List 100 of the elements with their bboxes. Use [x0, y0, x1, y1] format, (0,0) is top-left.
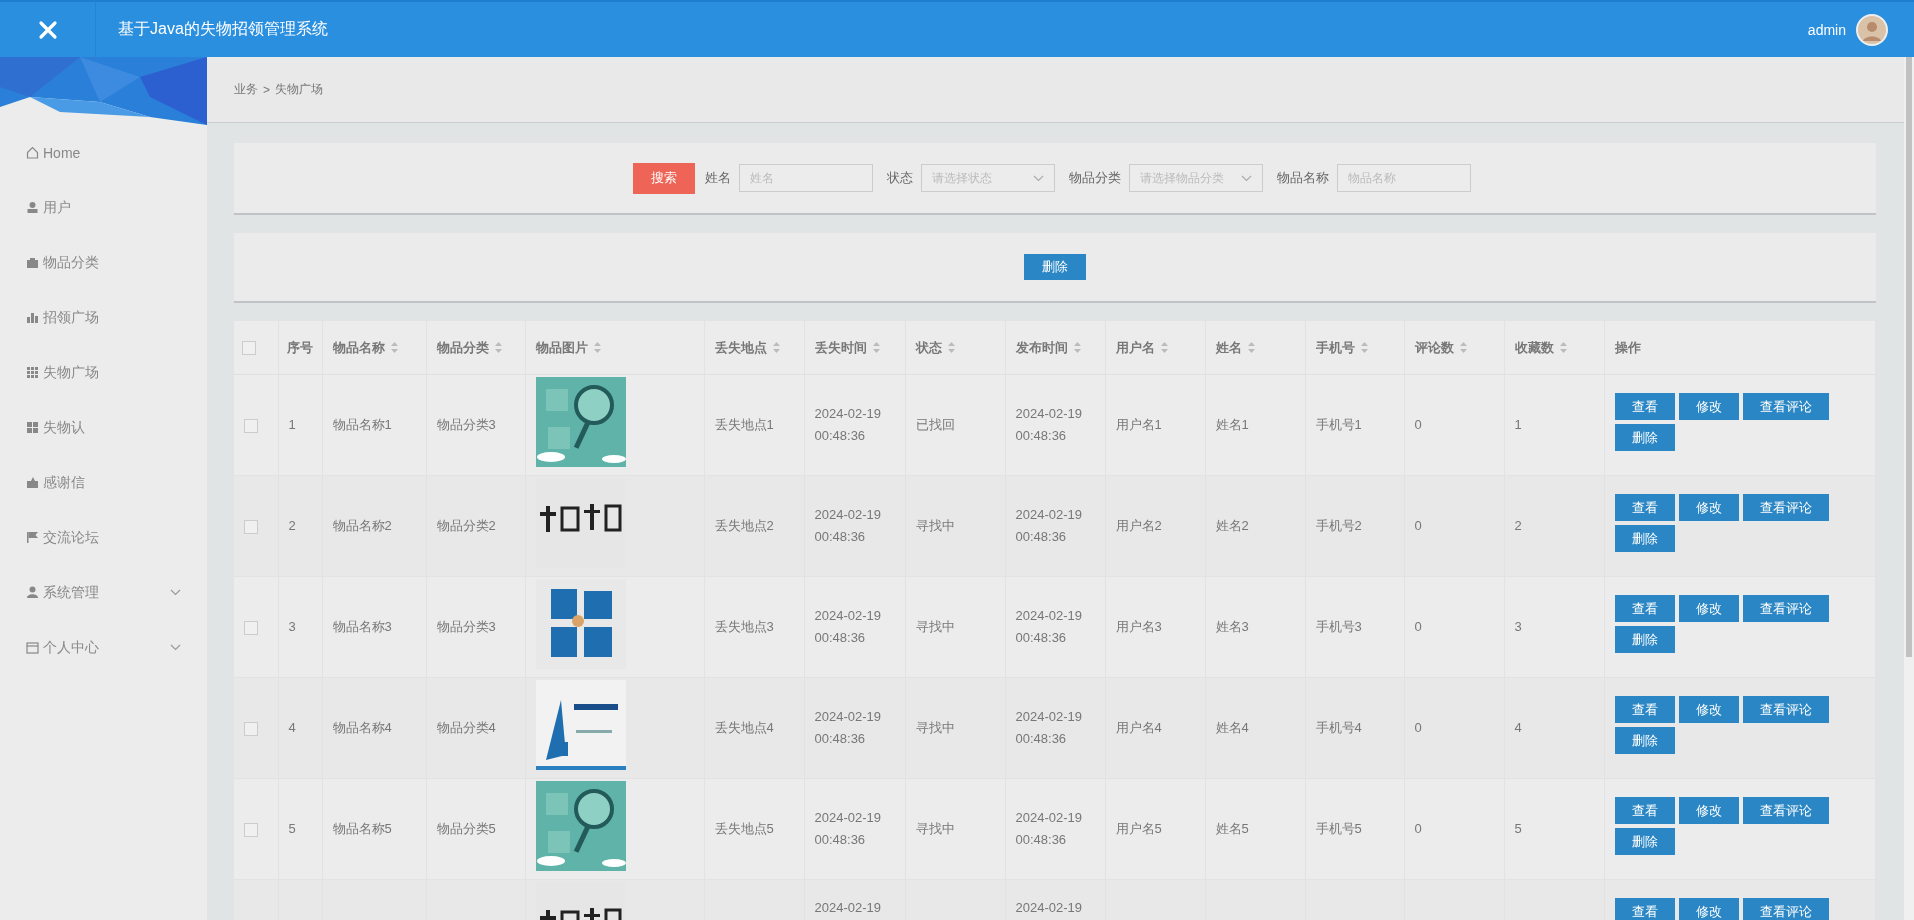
sidebar-item[interactable]: Home [0, 125, 207, 180]
action-button[interactable]: 修改 [1678, 898, 1739, 920]
table-cell-text: 物品分类2 [436, 517, 496, 535]
action-button[interactable]: 查看评论 [1742, 494, 1829, 521]
sidebar-item[interactable]: 感谢信 [0, 455, 207, 510]
person-icon [26, 586, 39, 599]
sidebar-item[interactable]: 物品分类 [0, 235, 207, 290]
table-cell: 2024-02-19 [1015, 900, 1082, 915]
table-cell-text: 物品分类4 [436, 719, 496, 737]
sidebar-item[interactable]: 个人中心 [0, 620, 207, 675]
sidebar-item[interactable]: 失物认 [0, 400, 207, 455]
checkbox[interactable] [242, 341, 256, 356]
chevron-down-icon [1241, 174, 1252, 182]
avatar[interactable] [1856, 13, 1888, 46]
column-header[interactable]: 状态 [915, 338, 955, 357]
column-header[interactable]: 物品分类 [436, 338, 502, 357]
sort-icon [593, 342, 601, 353]
action-button[interactable]: 查看 [1614, 393, 1675, 420]
action-button[interactable]: 查看评论 [1742, 797, 1829, 824]
table-cell-text: 2 [1514, 517, 1522, 535]
sidebar-item[interactable]: 用户 [0, 180, 207, 235]
action-button[interactable]: 查看 [1614, 696, 1675, 723]
field-label: 姓名 [705, 169, 731, 187]
column-header[interactable]: 物品图片 [535, 338, 601, 357]
column-header[interactable]: 评论数 [1414, 338, 1467, 357]
home-icon [26, 146, 39, 159]
action-button[interactable]: 查看评论 [1742, 898, 1829, 920]
column-header[interactable]: 操作 [1614, 338, 1641, 357]
table-cell-text: 用户名4 [1115, 719, 1162, 737]
delete-button[interactable]: 删除 [1024, 254, 1086, 280]
action-button[interactable]: 查看评论 [1742, 595, 1829, 622]
table-cell-text: 2024-02-19 00:48:36 [814, 708, 882, 748]
table-cell-text: 用户名1 [1115, 416, 1162, 434]
action-button[interactable]: 修改 [1678, 393, 1739, 420]
checkbox[interactable] [244, 721, 258, 736]
column-header[interactable]: 收藏数 [1514, 338, 1567, 357]
column-header[interactable]: 序号 [286, 338, 313, 357]
checkbox[interactable] [244, 822, 258, 837]
action-button[interactable]: 删除 [1614, 727, 1675, 754]
checkbox[interactable] [244, 620, 258, 635]
action-button[interactable]: 修改 [1678, 797, 1739, 824]
table-cell-text: 物品分类5 [436, 820, 496, 838]
table-cell-text: 物品名称2 [332, 517, 392, 535]
action-button[interactable]: 查看评论 [1742, 393, 1829, 420]
action-button[interactable]: 查看 [1614, 595, 1675, 622]
user-name[interactable]: admin [1807, 21, 1846, 38]
action-button[interactable]: 删除 [1614, 828, 1675, 855]
sidebar-item[interactable]: 系统管理 [0, 565, 207, 620]
sort-icon [1247, 342, 1255, 353]
checkbox[interactable] [244, 519, 258, 534]
action-button[interactable]: 删除 [1614, 424, 1675, 451]
table-cell-text: 用户名3 [1115, 618, 1162, 636]
table-cell-text: 姓名4 [1215, 719, 1249, 737]
checkbox[interactable] [244, 418, 258, 433]
column-header[interactable]: 姓名 [1215, 338, 1255, 357]
table-cell-text: 5 [1514, 820, 1522, 838]
table-cell-text: 寻找中 [915, 820, 955, 838]
sort-icon [494, 342, 502, 353]
table-cell-text: 丢失地点3 [714, 618, 774, 636]
search-button[interactable]: 搜索 [633, 162, 695, 194]
table-cell-text: 0 [1414, 517, 1422, 535]
table-cell-text: 寻找中 [915, 517, 955, 535]
action-button[interactable]: 删除 [1614, 626, 1675, 653]
breadcrumb-item[interactable]: 业务 [234, 81, 258, 98]
action-button[interactable]: 修改 [1678, 595, 1739, 622]
sort-icon [390, 342, 398, 353]
sidebar-item[interactable]: 失物广场 [0, 345, 207, 400]
case-icon [26, 256, 39, 269]
table-cell-text: 物品名称4 [332, 719, 392, 737]
action-button[interactable]: 查看 [1614, 494, 1675, 521]
action-button[interactable]: 修改 [1678, 494, 1739, 521]
sort-icon [872, 342, 880, 353]
close-icon [37, 19, 58, 40]
sort-icon [1559, 342, 1567, 353]
scrollbar[interactable] [1904, 57, 1914, 920]
table-cell-text: 0 [1414, 719, 1422, 737]
chevron-down-icon [1033, 174, 1044, 182]
column-header[interactable]: 用户名 [1115, 338, 1168, 357]
action-button[interactable]: 修改 [1678, 696, 1739, 723]
column-header[interactable]: 丢失时间 [814, 338, 880, 357]
table-cell-text: 物品名称1 [332, 416, 392, 434]
action-button[interactable]: 删除 [1614, 525, 1675, 552]
flag-icon [26, 531, 39, 544]
table-cell-text: 寻找中 [915, 618, 955, 636]
column-header[interactable]: 发布时间 [1015, 338, 1081, 357]
table-cell-text: 4 [1514, 719, 1522, 737]
sidebar-item[interactable]: 交流论坛 [0, 510, 207, 565]
breadcrumb-item[interactable]: 失物广场 [275, 81, 323, 98]
action-button[interactable]: 查看评论 [1742, 696, 1829, 723]
column-header[interactable]: 丢失地点 [714, 338, 780, 357]
column-header[interactable]: 手机号 [1315, 338, 1368, 357]
action-button[interactable]: 查看 [1614, 898, 1675, 920]
table-cell-text: 用户名5 [1115, 820, 1162, 838]
column-header[interactable]: 物品名称 [332, 338, 398, 357]
table-cell-text: 物品分类3 [436, 416, 496, 434]
sidebar-item[interactable]: 招领广场 [0, 290, 207, 345]
table-cell-text: 2024-02-19 00:48:36 [1015, 809, 1083, 849]
breadcrumb-separator: > [263, 82, 270, 97]
action-button[interactable]: 查看 [1614, 797, 1675, 824]
table-cell-text: 姓名3 [1215, 618, 1249, 636]
